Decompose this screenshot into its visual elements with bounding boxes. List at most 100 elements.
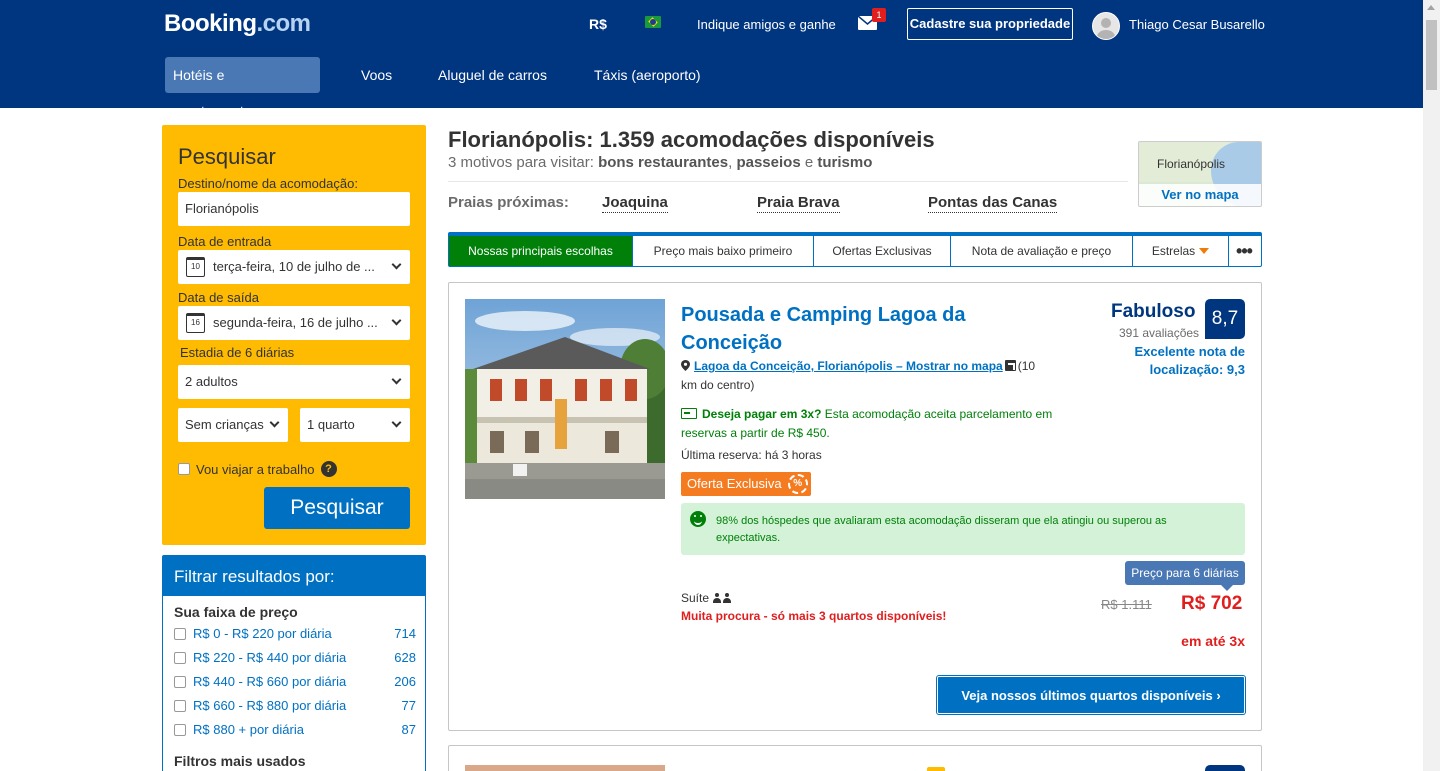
- page-scrollbar[interactable]: [1423, 0, 1440, 771]
- reviews-count[interactable]: 391 avaliações: [1119, 326, 1199, 340]
- price-filter-row[interactable]: R$ 0 - R$ 220 por diária 714: [174, 626, 416, 641]
- stay-length-label: Estadia de 6 diárias: [180, 345, 295, 360]
- hotel-photo[interactable]: [465, 765, 665, 771]
- top-header: Booking.com R$ Indique amigos e ganhe 1 …: [0, 0, 1423, 119]
- price-filter-row[interactable]: R$ 660 - R$ 880 por diária 77: [174, 698, 416, 713]
- map-city-label: Florianópolis: [1157, 157, 1226, 171]
- map-icon: [1004, 360, 1016, 371]
- brazil-flag-icon[interactable]: [645, 16, 661, 28]
- checkin-date-value: terça-feira, 10 de julho de ...: [213, 259, 375, 274]
- price-filter-row[interactable]: R$ 440 - R$ 660 por diária 206: [174, 674, 416, 689]
- price-filter-label[interactable]: R$ 220 - R$ 440 por diária: [193, 650, 346, 665]
- checkin-date-select[interactable]: 10 terça-feira, 10 de julho de ...: [178, 250, 410, 284]
- scarcity-message: Muita procura - só mais 3 quartos dispon…: [681, 609, 947, 623]
- mail-count-badge: 1: [872, 8, 886, 22]
- destination-input[interactable]: Florianópolis: [178, 192, 410, 226]
- chevron-down-icon: [269, 417, 280, 428]
- work-trip-row[interactable]: Vou viajar a trabalho ?: [178, 461, 337, 477]
- chevron-down-icon: [391, 417, 402, 428]
- view-on-map-link[interactable]: Ver no mapa: [1139, 184, 1261, 206]
- divider: [448, 181, 1128, 182]
- smiley-icon: [690, 511, 706, 527]
- hotel-card: Pousada e Camping Lagoa da Conceição Lag…: [448, 282, 1262, 731]
- nav-car-rental[interactable]: Aluguel de carros: [438, 57, 547, 93]
- search-title: Pesquisar: [178, 144, 276, 169]
- price-filter-count: 628: [394, 650, 416, 665]
- room-type: Suíte: [681, 591, 732, 605]
- work-trip-label[interactable]: Vou viajar a trabalho: [196, 462, 315, 477]
- price-filter-count: 87: [401, 722, 416, 737]
- hotel-card: [448, 745, 1262, 771]
- currency-selector[interactable]: R$: [589, 16, 607, 32]
- beach-link[interactable]: Joaquina: [602, 194, 668, 213]
- price-filter-label[interactable]: R$ 440 - R$ 660 por diária: [193, 674, 346, 689]
- price-filter-count: 77: [401, 698, 416, 713]
- price-filter-count: 714: [394, 626, 416, 641]
- price-filter-row[interactable]: R$ 220 - R$ 440 por diária 628: [174, 650, 416, 665]
- price-filter-checkbox[interactable]: [174, 699, 186, 712]
- adults-select[interactable]: 2 adultos: [178, 365, 410, 399]
- tab-exclusive-deals[interactable]: Ofertas Exclusivas: [814, 236, 951, 266]
- price-filter-row[interactable]: R$ 880 + por diária 87: [174, 722, 416, 737]
- checkout-label: Data de saída: [178, 290, 259, 305]
- tab-stars-label: Estrelas: [1151, 244, 1196, 258]
- price-range-heading: Sua faixa de preço: [174, 604, 298, 620]
- tab-top-picks[interactable]: Nossas principais escolhas: [449, 236, 633, 266]
- work-trip-checkbox[interactable]: [178, 463, 190, 475]
- rooms-value: 1 quarto: [307, 417, 355, 432]
- scroll-up-icon[interactable]: [1427, 5, 1435, 10]
- user-name[interactable]: Thiago Cesar Busarello: [1129, 17, 1265, 32]
- hotel-address: Lagoa da Conceição, Florianópolis – Most…: [681, 357, 1041, 395]
- rooms-select[interactable]: 1 quarto: [300, 408, 410, 442]
- list-property-button[interactable]: Cadastre sua propriedade: [907, 8, 1073, 40]
- installment-info: Deseja pagar em 3x? Esta acomodação acei…: [681, 407, 1053, 440]
- last-booking: Última reserva: há 3 horas: [681, 448, 822, 462]
- hotel-name-link[interactable]: Pousada e Camping Lagoa da Conceição: [681, 301, 1001, 357]
- price-filter-checkbox[interactable]: [174, 675, 186, 688]
- chevron-down-icon: [391, 315, 402, 326]
- view-rooms-button[interactable]: Veja nossos últimos quartos disponíveis …: [937, 676, 1245, 714]
- price-filter-checkbox[interactable]: [174, 627, 186, 640]
- nearby-beaches-label: Praias próximas:: [448, 194, 569, 211]
- price-filter-label[interactable]: R$ 660 - R$ 880 por diária: [193, 698, 346, 713]
- scroll-thumb[interactable]: [1426, 20, 1437, 90]
- checkout-date-value: segunda-feira, 16 de julho ...: [213, 315, 378, 330]
- more-options-icon[interactable]: •••: [1229, 236, 1259, 266]
- nav-flights[interactable]: Voos: [361, 57, 392, 93]
- avatar[interactable]: [1092, 12, 1120, 40]
- show-on-map-link[interactable]: Lagoa da Conceição, Florianópolis – Most…: [694, 359, 1003, 373]
- review-score-badge[interactable]: [1205, 765, 1245, 771]
- tab-rating-and-price[interactable]: Nota de avaliação e preço: [951, 236, 1133, 266]
- price-filter-checkbox[interactable]: [174, 651, 186, 664]
- checkout-date-select[interactable]: 16 segunda-feira, 16 de julho ...: [178, 306, 410, 340]
- search-button[interactable]: Pesquisar: [264, 487, 410, 529]
- hotel-photo[interactable]: [465, 299, 665, 499]
- price-filter-checkbox[interactable]: [174, 723, 186, 736]
- price-for-nights-tooltip: Preço para 6 diárias: [1125, 561, 1245, 591]
- calendar-icon: 16: [186, 313, 205, 333]
- chevron-down-icon: [391, 259, 402, 270]
- popular-filters-heading: Filtros mais usados: [174, 753, 306, 769]
- tab-stars[interactable]: Estrelas: [1133, 236, 1229, 266]
- price-filter-label[interactable]: R$ 880 + por diária: [193, 722, 304, 737]
- guest-satisfaction-text: 98% dos hóspedes que avaliaram esta acom…: [716, 515, 1167, 544]
- price-filter-label[interactable]: R$ 0 - R$ 220 por diária: [193, 626, 332, 641]
- map-preview[interactable]: Florianópolis Ver no mapa: [1138, 141, 1262, 207]
- beach-link[interactable]: Pontas das Canas: [928, 194, 1058, 213]
- review-score-badge[interactable]: 8,7: [1205, 299, 1245, 339]
- beach-link[interactable]: Praia Brava: [757, 194, 840, 213]
- children-select[interactable]: Sem crianças: [178, 408, 288, 442]
- guest-satisfaction-box: 98% dos hóspedes que avaliaram esta acom…: [681, 503, 1245, 555]
- page-title: Florianópolis: 1.359 acomodações disponí…: [448, 127, 935, 152]
- adults-value: 2 adultos: [185, 374, 238, 389]
- nav-hotels[interactable]: Hotéis e apartamentos: [165, 57, 320, 119]
- filters-panel: Filtrar resultados por: Sua faixa de pre…: [162, 555, 426, 771]
- installments-text: em até 3x: [1181, 633, 1245, 649]
- tab-lowest-price[interactable]: Preço mais baixo primeiro: [633, 236, 814, 266]
- nav-airport-taxi[interactable]: Táxis (aeroporto): [594, 57, 701, 93]
- filters-title: Filtrar resultados por:: [163, 556, 425, 596]
- credit-card-icon: [681, 408, 697, 419]
- booking-logo[interactable]: Booking.com: [164, 10, 311, 38]
- help-icon[interactable]: ?: [320, 461, 337, 477]
- refer-friends-link[interactable]: Indique amigos e ganhe: [697, 17, 836, 32]
